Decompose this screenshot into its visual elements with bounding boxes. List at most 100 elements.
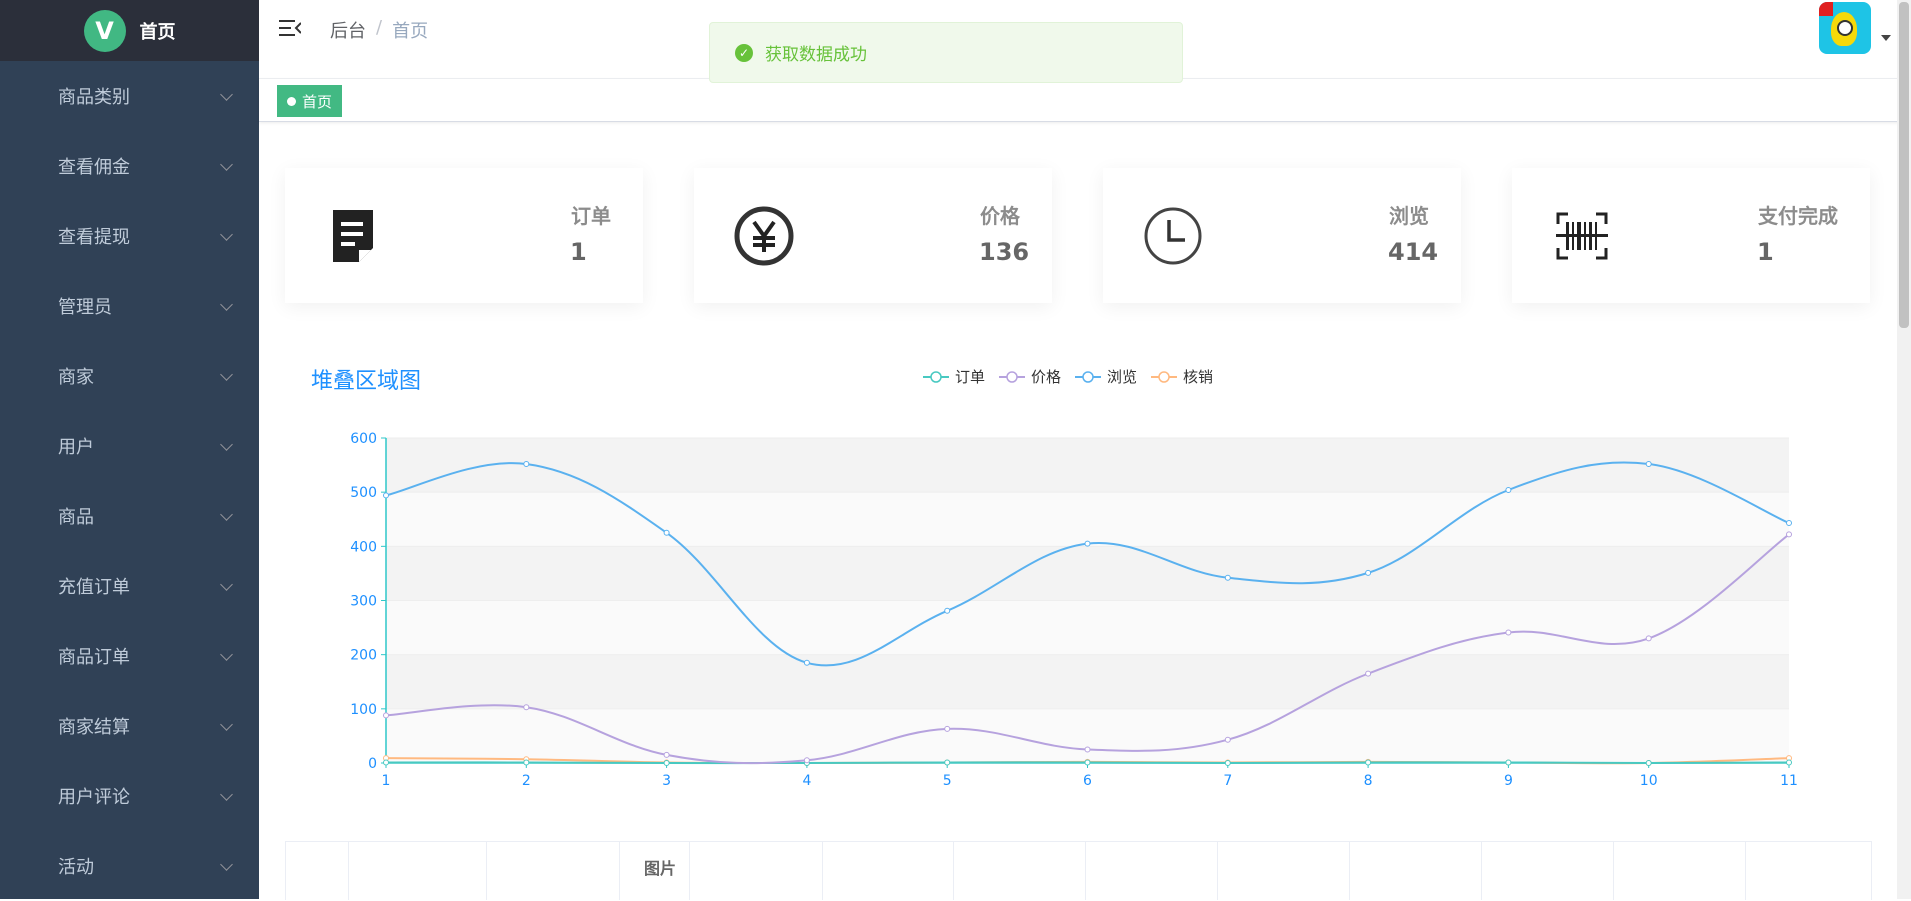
sidebar-item-merchant[interactable]: 商家 xyxy=(0,341,259,411)
data-point[interactable] xyxy=(383,759,389,766)
table-header: 图片 xyxy=(285,841,1872,900)
data-point[interactable] xyxy=(1365,569,1372,576)
data-point[interactable] xyxy=(1084,759,1091,766)
sidebar-item-commission[interactable]: 查看佣金 xyxy=(0,131,259,201)
chevron-down-icon xyxy=(220,157,233,171)
caret-down-icon[interactable] xyxy=(1881,35,1891,41)
sidebar-item-user[interactable]: 用户 xyxy=(0,411,259,481)
breadcrumb: 后台 / 首页 xyxy=(330,17,428,43)
data-point[interactable] xyxy=(1505,759,1512,766)
stat-value: 1 xyxy=(570,238,587,266)
chart-band xyxy=(386,600,1789,655)
main-area: 后台 / 首页 首页 订单 1 价格 136 浏览 414 支付完成 1 堆叠区… xyxy=(259,0,1911,900)
sidebar-item-review[interactable]: 用户评论 xyxy=(0,761,259,831)
data-point[interactable] xyxy=(944,759,951,766)
data-point[interactable] xyxy=(1505,487,1512,493)
sidebar: V 首页 商品类别 查看佣金 查看提现 管理员 商家 用户 商品 充值订单 商品… xyxy=(0,0,259,899)
sidebar-item-label: 查看佣金 xyxy=(58,157,130,178)
y-tick-label: 0 xyxy=(368,756,377,772)
x-tick-label: 4 xyxy=(802,773,811,789)
x-tick-label: 10 xyxy=(1640,773,1658,789)
x-tick-label: 6 xyxy=(1083,773,1092,789)
data-point[interactable] xyxy=(1786,520,1792,527)
breadcrumb-root[interactable]: 后台 xyxy=(330,17,366,43)
data-point[interactable] xyxy=(1365,670,1372,677)
y-tick-label: 200 xyxy=(350,648,377,664)
data-point[interactable] xyxy=(1645,760,1652,766)
sidebar-item-label: 活动 xyxy=(58,857,94,878)
data-point[interactable] xyxy=(1645,461,1652,467)
stat-value: 136 xyxy=(979,238,1030,266)
legend-item[interactable]: 浏览 xyxy=(1075,366,1137,387)
legend-item[interactable]: 订单 xyxy=(923,366,985,387)
chart-band xyxy=(386,654,1789,709)
data-point[interactable] xyxy=(663,760,670,766)
chevron-down-icon xyxy=(220,577,233,591)
data-point[interactable] xyxy=(383,492,389,499)
data-point[interactable] xyxy=(1224,760,1231,766)
sidebar-item-recharge-order[interactable]: 充值订单 xyxy=(0,551,259,621)
logo-title: 首页 xyxy=(139,21,176,43)
y-tick-label: 600 xyxy=(350,431,377,447)
chevron-down-icon xyxy=(220,857,233,871)
data-point[interactable] xyxy=(523,704,530,711)
line-chart: 0 100 200 300 400 500 600 1 2 3 4 5 6 7 8 9 10 11 xyxy=(350,431,1798,789)
data-point[interactable] xyxy=(523,759,530,766)
tag-home[interactable]: 首页 xyxy=(277,85,343,117)
breadcrumb-separator: / xyxy=(376,17,383,38)
sidebar-item-admin[interactable]: 管理员 xyxy=(0,271,259,341)
x-tick-label: 3 xyxy=(662,773,671,789)
sidebar-menu: 商品类别 查看佣金 查看提现 管理员 商家 用户 商品 充值订单 商品订单 商家… xyxy=(0,61,259,901)
data-point[interactable] xyxy=(663,751,670,758)
data-point[interactable] xyxy=(1645,635,1652,642)
data-point[interactable] xyxy=(1365,759,1372,766)
data-point[interactable] xyxy=(1786,531,1792,538)
success-toast: ✓ 获取数据成功 xyxy=(709,22,1183,83)
data-point[interactable] xyxy=(1084,540,1091,547)
data-point[interactable] xyxy=(1786,759,1792,766)
scrollbar-thumb[interactable] xyxy=(1899,2,1909,328)
sidebar-item-product[interactable]: 商品 xyxy=(0,481,259,551)
stat-card-orders: 订单 1 xyxy=(285,168,643,303)
data-point[interactable] xyxy=(523,461,530,467)
logo-bar[interactable]: V 首页 xyxy=(0,0,259,61)
x-tick-label: 7 xyxy=(1223,773,1232,789)
legend-swatch-icon xyxy=(1151,370,1178,383)
chevron-down-icon xyxy=(220,787,233,801)
sidebar-item-product-order[interactable]: 商品订单 xyxy=(0,621,259,691)
chevron-down-icon xyxy=(220,297,233,311)
legend-item[interactable]: 价格 xyxy=(999,366,1061,387)
sidebar-item-label: 商品 xyxy=(58,507,94,528)
data-point[interactable] xyxy=(803,757,810,764)
data-point[interactable] xyxy=(663,529,670,536)
legend-label: 浏览 xyxy=(1107,368,1138,386)
data-point[interactable] xyxy=(1224,736,1231,743)
x-tick-label: 9 xyxy=(1504,773,1513,789)
sidebar-item-activity[interactable]: 活动 xyxy=(0,831,259,901)
x-tick-label: 5 xyxy=(943,773,952,789)
chevron-down-icon xyxy=(220,437,233,451)
sidebar-item-settlement[interactable]: 商家结算 xyxy=(0,691,259,761)
legend-item[interactable]: 核销 xyxy=(1151,366,1213,387)
data-point[interactable] xyxy=(803,659,810,666)
legend-label: 核销 xyxy=(1183,368,1214,386)
legend-label: 订单 xyxy=(955,368,986,386)
data-point[interactable] xyxy=(1084,746,1091,753)
menu-fold-icon[interactable] xyxy=(279,18,301,38)
user-menu[interactable] xyxy=(1819,2,1891,54)
data-point[interactable] xyxy=(1224,574,1231,581)
stat-card-price: 价格 136 xyxy=(694,168,1052,303)
sidebar-item-withdraw[interactable]: 查看提现 xyxy=(0,201,259,271)
data-point[interactable] xyxy=(944,607,951,614)
data-point[interactable] xyxy=(1505,629,1512,636)
data-point[interactable] xyxy=(944,725,951,732)
chevron-down-icon xyxy=(220,647,233,661)
scrollbar[interactable] xyxy=(1897,0,1911,899)
x-tick-label: 1 xyxy=(382,773,391,789)
chart-legend: 订单 价格 浏览 核销 xyxy=(923,366,1213,387)
data-point[interactable] xyxy=(383,712,389,719)
sidebar-item-category[interactable]: 商品类别 xyxy=(0,61,259,131)
avatar[interactable] xyxy=(1819,2,1871,54)
stat-value: 1 xyxy=(1757,238,1774,266)
legend-swatch-icon xyxy=(1075,370,1102,383)
